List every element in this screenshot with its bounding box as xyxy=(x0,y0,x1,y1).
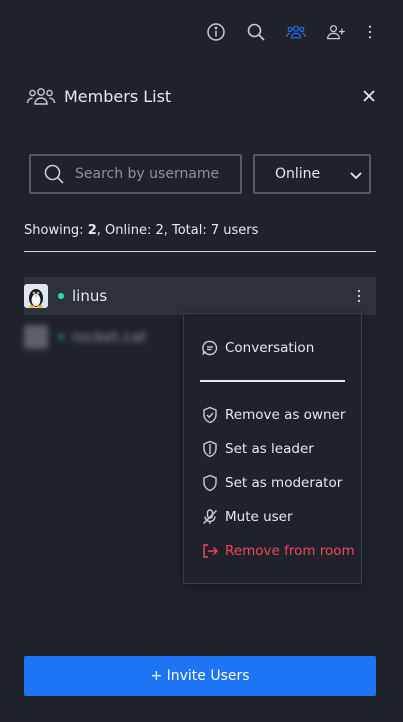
status-online-indicator xyxy=(58,334,64,340)
members-summary: Showing: 2, Online: 2, Total: 7 users xyxy=(24,223,258,238)
divider xyxy=(24,251,376,252)
menu-item-remove-owner[interactable]: Remove as owner xyxy=(201,404,345,426)
status-online-indicator xyxy=(58,293,64,299)
menu-item-label: Remove from room xyxy=(225,543,355,559)
search-icon xyxy=(44,164,64,184)
kebab-icon[interactable] xyxy=(356,289,362,303)
search-field[interactable] xyxy=(29,154,242,194)
mic-off-icon xyxy=(203,509,217,524)
members-icon[interactable] xyxy=(285,21,307,43)
search-input[interactable] xyxy=(75,166,225,182)
menu-item-set-leader[interactable]: Set as leader xyxy=(201,438,314,460)
search-icon[interactable] xyxy=(245,21,267,43)
avatar xyxy=(24,284,48,308)
info-icon[interactable] xyxy=(205,21,227,43)
summary-rest: , Online: 2, Total: 7 users xyxy=(96,223,259,238)
member-username: rocket.cat xyxy=(72,328,147,346)
menu-item-label: Mute user xyxy=(225,509,293,525)
menu-item-conversation[interactable]: Conversation xyxy=(201,337,314,359)
list-item[interactable]: linus xyxy=(24,277,376,315)
menu-divider xyxy=(200,380,345,382)
add-user-icon[interactable] xyxy=(325,21,347,43)
menu-item-mute-user[interactable]: Mute user xyxy=(201,506,293,528)
members-list-header: Members List xyxy=(26,84,377,108)
status-select[interactable]: Online xyxy=(253,154,371,194)
member-username: linus xyxy=(72,287,108,305)
members-icon xyxy=(26,86,56,106)
chevron-down-icon xyxy=(350,172,362,180)
panel-title: Members List xyxy=(64,86,172,106)
menu-item-label: Conversation xyxy=(225,340,315,356)
summary-showing-count: 2 xyxy=(87,223,97,238)
menu-item-label: Set as leader xyxy=(225,441,314,457)
close-icon[interactable] xyxy=(361,88,377,104)
shield-check-icon xyxy=(203,406,217,424)
kebab-icon[interactable] xyxy=(365,21,375,43)
room-toolbar xyxy=(205,20,375,44)
menu-item-label: Remove as owner xyxy=(225,407,346,423)
user-actions-menu: Conversation Remove as owner Set as lead… xyxy=(183,313,362,584)
summary-label: Showing: xyxy=(24,223,88,238)
menu-item-set-moderator[interactable]: Set as moderator xyxy=(201,472,342,494)
shield-icon xyxy=(203,474,217,492)
menu-item-label: Set as moderator xyxy=(225,475,343,491)
shield-half-icon xyxy=(203,440,217,458)
invite-users-button[interactable]: + Invite Users xyxy=(24,656,376,696)
menu-item-remove-from-room[interactable]: Remove from room xyxy=(201,540,355,562)
status-select-value: Online xyxy=(275,166,321,182)
avatar xyxy=(24,325,48,349)
chat-icon xyxy=(202,340,218,356)
sign-out-icon xyxy=(203,544,218,558)
